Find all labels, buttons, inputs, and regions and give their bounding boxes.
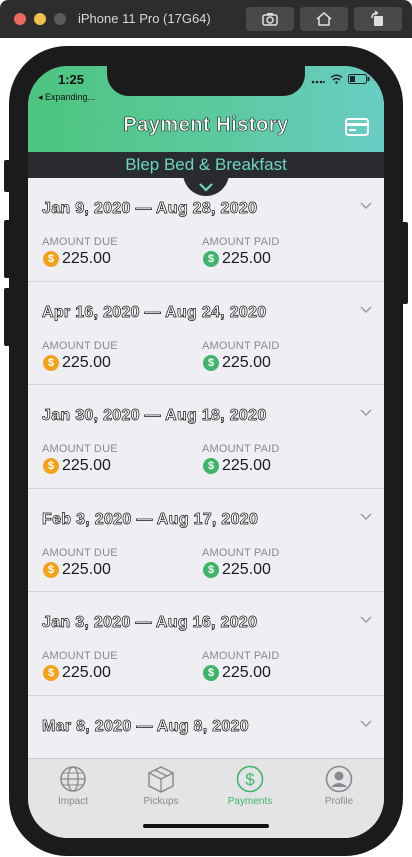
- payment-date-range: Apr 16, 2020 — Aug 24, 2020: [42, 303, 267, 321]
- amount-paid-label: AMOUNT PAID: [202, 546, 280, 559]
- page-title: Payment History: [123, 114, 289, 137]
- amount-paid-value: 225.00: [222, 353, 271, 371]
- amount-due: $225.00: [43, 457, 111, 475]
- payment-list: Jan 9, 2020 — Aug 28, 2020 AMOUNT DUE AM…: [28, 178, 384, 758]
- amount-paid: $225.00: [203, 457, 271, 475]
- app-screen: 1:25 ◂ Expanding... Payment History Blep…: [28, 66, 384, 838]
- simulator-title: iPhone 11 Pro (17G64): [78, 11, 211, 26]
- dollar-coin-icon: $: [43, 561, 59, 578]
- dollar-coin-icon: $: [203, 354, 219, 371]
- wifi-icon: [330, 74, 343, 84]
- screenshot-button[interactable]: [246, 7, 294, 31]
- payment-date-range: Feb 3, 2020 — Aug 17, 2020: [42, 510, 259, 528]
- mute-switch: [4, 160, 10, 192]
- amount-due-value: 225.00: [62, 664, 111, 681]
- rotate-button[interactable]: [354, 7, 402, 31]
- status-icons: [311, 74, 370, 84]
- chevron-down-icon[interactable]: [360, 305, 372, 314]
- amount-paid: $225.00: [203, 354, 271, 372]
- chevron-down-icon: [199, 183, 213, 192]
- chevron-down-icon[interactable]: [360, 409, 372, 417]
- volume-up-button: [4, 220, 10, 278]
- amount-due-label: AMOUNT DUE: [42, 650, 118, 662]
- payment-item[interactable]: Feb 3, 2020 — Aug 17, 2020 AMOUNT DUE AM…: [28, 489, 384, 592]
- globe-icon: [60, 766, 86, 792]
- home-button[interactable]: [300, 7, 348, 31]
- close-window-button[interactable]: [14, 13, 26, 25]
- chevron-down-icon[interactable]: [360, 512, 372, 521]
- box-icon: [148, 766, 174, 793]
- amount-due-value: 225.00: [62, 250, 111, 267]
- dollar-coin-icon: $: [203, 561, 219, 578]
- camera-icon: [262, 13, 278, 26]
- home-icon: [316, 12, 332, 26]
- chevron-down-icon[interactable]: [360, 616, 372, 624]
- back-to-app-link[interactable]: ◂ Expanding...: [38, 92, 95, 103]
- dollar-icon: $: [236, 765, 264, 793]
- tab-label: Profile: [324, 796, 354, 807]
- dollar-coin-icon: $: [43, 251, 59, 267]
- amount-paid-label: AMOUNT PAID: [202, 443, 280, 455]
- battery-icon: [348, 74, 370, 84]
- amount-due: $225.00: [43, 354, 111, 372]
- amount-paid: $225.00: [203, 561, 271, 579]
- status-time: 1:25: [58, 72, 85, 87]
- dollar-coin-icon: $: [43, 458, 59, 474]
- payment-date-range: Jan 3, 2020 — Aug 16, 2020: [42, 614, 258, 632]
- tab-label: Pickups: [143, 796, 179, 807]
- volume-down-button: [4, 288, 10, 346]
- svg-text:$: $: [245, 770, 255, 789]
- home-indicator[interactable]: [143, 824, 269, 828]
- profile-icon: [325, 765, 353, 793]
- tab-payments[interactable]: $ Payments: [215, 765, 285, 807]
- chevron-down-icon[interactable]: [360, 719, 372, 728]
- payment-date-range: Mar 8, 2020 — Aug 8, 2020: [42, 717, 250, 735]
- dollar-coin-icon: $: [203, 665, 219, 681]
- amount-due: $225.00: [43, 561, 111, 579]
- payment-item[interactable]: Jan 30, 2020 — Aug 18, 2020 AMOUNT DUE A…: [28, 385, 384, 489]
- amount-due-value: 225.00: [62, 560, 111, 578]
- power-button: [402, 222, 408, 304]
- amount-paid: $225.00: [203, 250, 271, 268]
- amount-paid: $225.00: [203, 664, 271, 682]
- amount-paid-label: AMOUNT PAID: [202, 339, 280, 352]
- dollar-coin-icon: $: [43, 354, 59, 371]
- amount-paid-label: AMOUNT PAID: [202, 236, 280, 248]
- payment-item[interactable]: Jan 3, 2020 — Aug 16, 2020 AMOUNT DUE AM…: [28, 592, 384, 696]
- amount-due: $225.00: [43, 250, 111, 268]
- rotate-icon: [371, 10, 383, 26]
- zoom-window-button[interactable]: [54, 13, 66, 25]
- minimize-window-button[interactable]: [34, 13, 46, 25]
- signal-icon: [311, 80, 325, 83]
- payment-item[interactable]: Apr 16, 2020 — Aug 24, 2020 AMOUNT DUE A…: [28, 282, 384, 385]
- device-notch: [107, 66, 305, 96]
- simulator-title-bar: iPhone 11 Pro (17G64): [0, 0, 412, 38]
- amount-paid-value: 225.00: [222, 560, 271, 578]
- amount-due-label: AMOUNT DUE: [42, 546, 118, 559]
- payment-date-range: Jan 30, 2020 — Aug 18, 2020: [42, 407, 267, 425]
- amount-paid-label: AMOUNT PAID: [202, 650, 280, 662]
- amount-paid-value: 225.00: [222, 250, 271, 267]
- tab-pickups[interactable]: Pickups: [126, 765, 196, 807]
- amount-due-label: AMOUNT DUE: [42, 339, 118, 352]
- amount-due-label: AMOUNT DUE: [42, 443, 118, 455]
- credit-card-icon[interactable]: [345, 118, 369, 136]
- amount-due: $225.00: [43, 664, 111, 682]
- payment-date-range: Jan 9, 2020 — Aug 28, 2020: [42, 200, 258, 218]
- chevron-down-icon[interactable]: [360, 202, 372, 210]
- tab-profile[interactable]: Profile: [304, 765, 374, 807]
- app-header: 1:25 ◂ Expanding... Payment History: [28, 66, 384, 152]
- tab-label: Payments: [227, 796, 273, 807]
- amount-due-label: AMOUNT DUE: [42, 236, 118, 248]
- amount-paid-value: 225.00: [222, 664, 271, 681]
- payment-item[interactable]: Mar 8, 2020 — Aug 8, 2020: [28, 696, 384, 759]
- tab-label: Impact: [57, 796, 88, 807]
- amount-due-value: 225.00: [62, 353, 111, 371]
- tab-impact[interactable]: Impact: [38, 765, 108, 807]
- amount-paid-value: 225.00: [222, 457, 271, 474]
- dollar-coin-icon: $: [203, 458, 219, 474]
- dollar-coin-icon: $: [203, 251, 219, 267]
- dollar-coin-icon: $: [43, 665, 59, 681]
- amount-due-value: 225.00: [62, 457, 111, 474]
